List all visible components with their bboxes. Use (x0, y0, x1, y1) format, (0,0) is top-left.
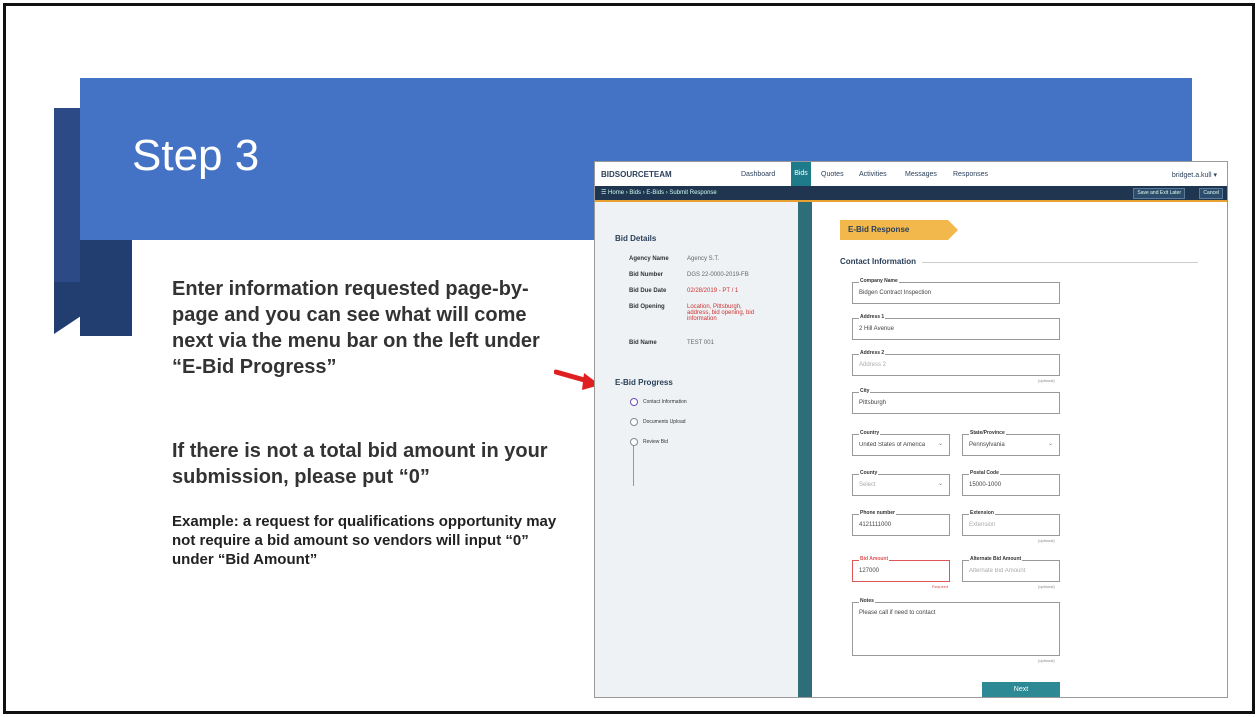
bid-details-heading: Bid Details (615, 234, 657, 243)
city-field[interactable]: City Pittsburgh (852, 388, 1060, 414)
progress-heading: E-Bid Progress (615, 378, 673, 387)
cancel-button[interactable]: Cancel (1199, 188, 1223, 199)
field-label: Address 1 (859, 314, 886, 320)
progress-item[interactable]: Documents Upload (643, 419, 686, 425)
country-select[interactable]: Country United States of America ⌄ (852, 430, 950, 456)
detail-value: 02/28/2019 - PT / 1 (687, 288, 739, 294)
field-value: 2 Hill Avenue (859, 326, 894, 332)
field-label: Extension (969, 510, 995, 516)
progress-dot (630, 398, 638, 406)
field-value: Address 2 (859, 362, 887, 368)
ebid-response-tag: E-Bid Response (840, 220, 958, 240)
contact-info-heading: Contact Information (840, 257, 916, 266)
company-name-field[interactable]: Company Name Bidgen Contract Inspection (852, 278, 1060, 304)
field-label: Company Name (859, 278, 899, 284)
required-hint: Required (932, 584, 949, 589)
detail-label: Bid Number (629, 272, 664, 278)
nav-dashboard[interactable]: Dashboard (741, 171, 775, 178)
app-logo: BIDSOURCETEAM (601, 170, 672, 179)
field-label: Bid Amount (859, 556, 890, 562)
field-label: State/Province (969, 430, 1006, 436)
field-label: Postal Code (969, 470, 1000, 476)
next-button[interactable]: Next (982, 682, 1060, 697)
field-value: 4121111000 (859, 522, 892, 528)
field-label: Notes (859, 598, 875, 604)
nav-bids[interactable]: Bids (791, 162, 811, 186)
top-nav: BIDSOURCETEAM Dashboard Bids Quotes Acti… (595, 162, 1227, 187)
app-screenshot: BIDSOURCETEAM Dashboard Bids Quotes Acti… (594, 161, 1228, 698)
field-label: City (859, 388, 871, 394)
example-text: Example: a request for qualifications op… (172, 513, 557, 568)
optional-hint: (optional) (1038, 538, 1055, 543)
response-form: E-Bid Response Contact Information Compa… (812, 202, 1227, 697)
banner-fold-triangle (54, 282, 132, 334)
county-select[interactable]: County Select ⌄ (852, 470, 950, 496)
detail-label: Bid Name (629, 340, 657, 346)
alternate-bid-field[interactable]: Alternate Bid Amount Alternate Bid Amoun… (962, 556, 1060, 582)
progress-item[interactable]: Contact Information (643, 399, 687, 405)
notes-textarea[interactable]: Notes Please call if need to contact (852, 598, 1060, 656)
field-label: Phone number (859, 510, 897, 516)
breadcrumb-bar: ☰ Home › Bids › E-Bids › Submit Response… (595, 186, 1227, 202)
chevron-down-icon: ⌄ (1047, 441, 1053, 447)
user-menu[interactable]: bridget.a.kull ▾ (1172, 171, 1217, 179)
breadcrumb[interactable]: ☰ Home › Bids › E-Bids › Submit Response (601, 189, 717, 196)
detail-label: Agency Name (629, 256, 669, 262)
optional-hint: (optional) (1038, 378, 1055, 383)
chevron-down-icon: ⌄ (937, 441, 943, 447)
postal-code-field[interactable]: Postal Code 15000-1000 (962, 470, 1060, 496)
slide-title: Step 3 (132, 131, 260, 180)
progress-item[interactable]: Review Bid (643, 439, 668, 445)
slide-frame: Step 3 Enter information requested page-… (3, 3, 1255, 714)
detail-label: Bid Opening (629, 304, 665, 310)
state-select[interactable]: State/Province Pennsylvania ⌄ (962, 430, 1060, 456)
field-value: United States of America (859, 442, 926, 448)
field-value: 127000 (859, 568, 880, 574)
section-divider (922, 262, 1198, 263)
nav-responses[interactable]: Responses (953, 171, 988, 178)
detail-value: Location, Pittsburgh, address, bid openi… (687, 304, 755, 322)
detail-label: Bid Due Date (629, 288, 667, 294)
extension-field[interactable]: Extension Extension (962, 510, 1060, 536)
save-exit-button[interactable]: Save and Exit Later (1133, 188, 1185, 199)
detail-value: TEST 001 (687, 340, 714, 346)
phone-field[interactable]: Phone number 4121111000 (852, 510, 950, 536)
field-value: Pittsburgh (859, 400, 887, 406)
instruction-text: Enter information requested page-by-page… (172, 278, 540, 378)
optional-hint: (optional) (1038, 584, 1055, 589)
progress-dot (630, 438, 638, 446)
detail-value: Agency S.T. (687, 256, 720, 262)
field-label: Alternate Bid Amount (969, 556, 1023, 562)
field-value: Extension (969, 522, 996, 528)
bid-details-panel: Bid Details Agency Name Agency S.T. Bid … (595, 202, 812, 697)
field-label: Country (859, 430, 881, 436)
progress-dot (630, 418, 638, 426)
address1-field[interactable]: Address 1 2 Hill Avenue (852, 314, 1060, 340)
bid-amount-note: If there is not a total bid amount in yo… (172, 440, 548, 488)
nav-messages[interactable]: Messages (905, 171, 937, 178)
banner-fold (54, 108, 80, 282)
chevron-down-icon: ⌄ (937, 481, 943, 487)
field-value: Bidgen Contract Inspection (859, 290, 932, 296)
detail-value: DGS 22-0000-2019-FB (687, 272, 749, 278)
field-value: 15000-1000 (969, 482, 1002, 488)
field-label: Address 2 (859, 350, 886, 356)
field-value: Select (859, 482, 876, 488)
optional-hint: (optional) (1038, 658, 1055, 663)
field-value: Alternate Bid Amount (969, 568, 1026, 574)
field-value: Please call if need to contact (859, 610, 936, 616)
nav-quotes[interactable]: Quotes (821, 171, 844, 178)
progress-line (633, 446, 634, 486)
field-value: Pennsylvania (969, 442, 1005, 448)
field-label: County (859, 470, 879, 476)
nav-activities[interactable]: Activities (859, 171, 887, 178)
bid-amount-field[interactable]: Bid Amount 127000 (852, 556, 950, 582)
address2-field[interactable]: Address 2 Address 2 (852, 350, 1060, 376)
